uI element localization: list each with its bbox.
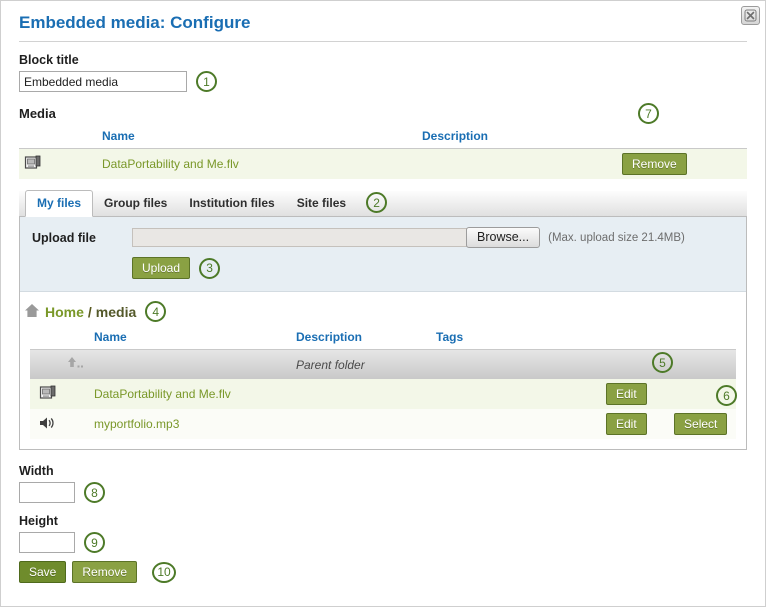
parent-folder-arrow-cell [66, 350, 94, 380]
media-row-icon-cell [19, 149, 47, 180]
file-row-description-cell [296, 409, 436, 439]
audio-file-icon [38, 417, 58, 435]
file-link-myportfolio[interactable]: myportfolio.mp3 [94, 417, 179, 431]
tab-my-files[interactable]: My files [25, 190, 94, 217]
upload-button[interactable]: Upload [132, 257, 191, 279]
table-row: DataPortability and Me.flv Remove [19, 148, 747, 180]
file-browser: 5 6 Name Description Tags Parent folder … [20, 328, 746, 449]
file-row-icon-cell [30, 379, 66, 409]
parent-folder-name-cell [94, 350, 296, 380]
breadcrumb-separator: / [87, 303, 92, 320]
step-marker-2: 2 [366, 192, 388, 213]
block-title-input[interactable] [19, 71, 187, 92]
selected-media-header-row: Name Description [19, 127, 747, 149]
browse-button[interactable]: Browse... [466, 227, 541, 248]
tab-site-files[interactable]: Site files [286, 191, 357, 216]
step-marker-1: 1 [196, 71, 217, 92]
step-marker-6: 6 [716, 385, 737, 406]
file-col-icon [30, 328, 66, 350]
selected-media-col-name: Name [102, 127, 422, 149]
upload-file-label: Upload file [32, 230, 96, 245]
parent-folder-label: Parent folder [296, 357, 365, 372]
footer-actions: Save Remove 10 [19, 561, 747, 583]
step-marker-3: 3 [199, 257, 221, 279]
video-file-icon [39, 385, 57, 405]
file-col-tags: Tags [436, 328, 606, 350]
media-row-spacer-cell [47, 149, 102, 180]
video-file-icon [24, 155, 42, 175]
media-row-action-cell: Remove [622, 149, 747, 180]
tab-group-files[interactable]: Group files [93, 191, 178, 216]
parent-folder-row[interactable]: Parent folder [30, 349, 736, 380]
selected-media-icon-col [19, 127, 47, 149]
my-files-panel: Upload file Browse... (Max. upload size … [19, 217, 747, 450]
breadcrumb-home-link[interactable]: Home [45, 304, 84, 320]
media-row-name-cell: DataPortability and Me.flv [102, 149, 422, 180]
file-col-name: Name [94, 328, 296, 350]
parent-folder-tags-cell [436, 350, 606, 380]
breadcrumb-current-folder: media [95, 303, 137, 320]
file-browser-header-row: Name Description Tags [30, 328, 736, 350]
width-row: 8 [19, 482, 747, 503]
height-label: Height [19, 514, 58, 528]
edit-file-button[interactable]: Edit [606, 383, 647, 405]
tab-institution-files[interactable]: Institution files [178, 191, 285, 216]
file-row-description-cell [296, 379, 436, 409]
file-row-icon-cell [30, 409, 66, 439]
upload-file-input[interactable] [132, 228, 467, 247]
step-marker-4: 4 [145, 301, 167, 322]
step-marker-9: 9 [84, 532, 105, 553]
file-row-actions-cell: Edit Select [606, 409, 736, 439]
upload-file-row: Upload file Browse... (Max. upload size … [32, 227, 734, 248]
file-link-dataportability[interactable]: DataPortability and Me.flv [94, 387, 231, 401]
media-file-link[interactable]: DataPortability and Me.flv [102, 157, 239, 171]
block-title-label: Block title [19, 53, 79, 67]
close-icon [744, 9, 757, 22]
file-col-description: Description [296, 328, 436, 350]
file-source-tabs: My files Group files Institution files S… [19, 190, 747, 217]
select-file-button[interactable]: Select [674, 413, 728, 435]
file-col-spacer [66, 328, 94, 350]
selected-media-table: Name Description DataPortability and Me.… [19, 127, 747, 179]
selected-media-action-col [622, 127, 747, 149]
parent-folder-icon-cell [30, 350, 66, 380]
upload-button-row: Upload 3 [32, 257, 734, 279]
save-button[interactable]: Save [19, 561, 67, 583]
edit-file-button[interactable]: Edit [606, 413, 647, 435]
block-title-row: 1 [19, 71, 747, 92]
home-icon [24, 303, 40, 321]
table-row: DataPortability and Me.flv Edit [30, 379, 736, 409]
file-row-spacer-cell [66, 409, 94, 439]
media-row-description-cell [422, 149, 622, 180]
file-row-tags-cell [436, 409, 606, 439]
breadcrumb: Home / media 4 [24, 301, 746, 322]
step-marker-7: 7 [638, 103, 659, 124]
close-button[interactable] [741, 6, 760, 25]
remove-block-button[interactable]: Remove [72, 561, 138, 583]
step-marker-8: 8 [84, 482, 105, 503]
height-row: 9 [19, 532, 747, 553]
max-upload-size-note: (Max. upload size 21.4MB) [548, 231, 685, 244]
dialog-title: Embedded media: Configure [19, 13, 747, 42]
step-marker-10: 10 [152, 561, 177, 583]
table-row: myportfolio.mp3 Edit Select [30, 409, 736, 439]
upload-box: Upload file Browse... (Max. upload size … [20, 217, 746, 292]
file-row-name-cell: DataPortability and Me.flv [94, 379, 296, 409]
file-source-tabs-wrap: My files Group files Institution files S… [19, 190, 747, 450]
remove-media-button[interactable]: Remove [622, 153, 687, 175]
width-input[interactable] [19, 482, 75, 503]
file-col-actions [606, 328, 736, 350]
selected-media-col-description: Description [422, 127, 622, 149]
up-folder-icon [66, 357, 90, 375]
selected-media-spacer-col [47, 127, 102, 149]
file-row-tags-cell [436, 379, 606, 409]
file-row-name-cell: myportfolio.mp3 [94, 409, 296, 439]
width-label: Width [19, 464, 54, 478]
height-input[interactable] [19, 532, 75, 553]
file-row-spacer-cell [66, 379, 94, 409]
file-browser-table: Name Description Tags Parent folder Data… [30, 328, 736, 439]
step-marker-5: 5 [652, 352, 673, 373]
embedded-media-configure-dialog: Embedded media: Configure Block title 1 … [0, 0, 766, 607]
